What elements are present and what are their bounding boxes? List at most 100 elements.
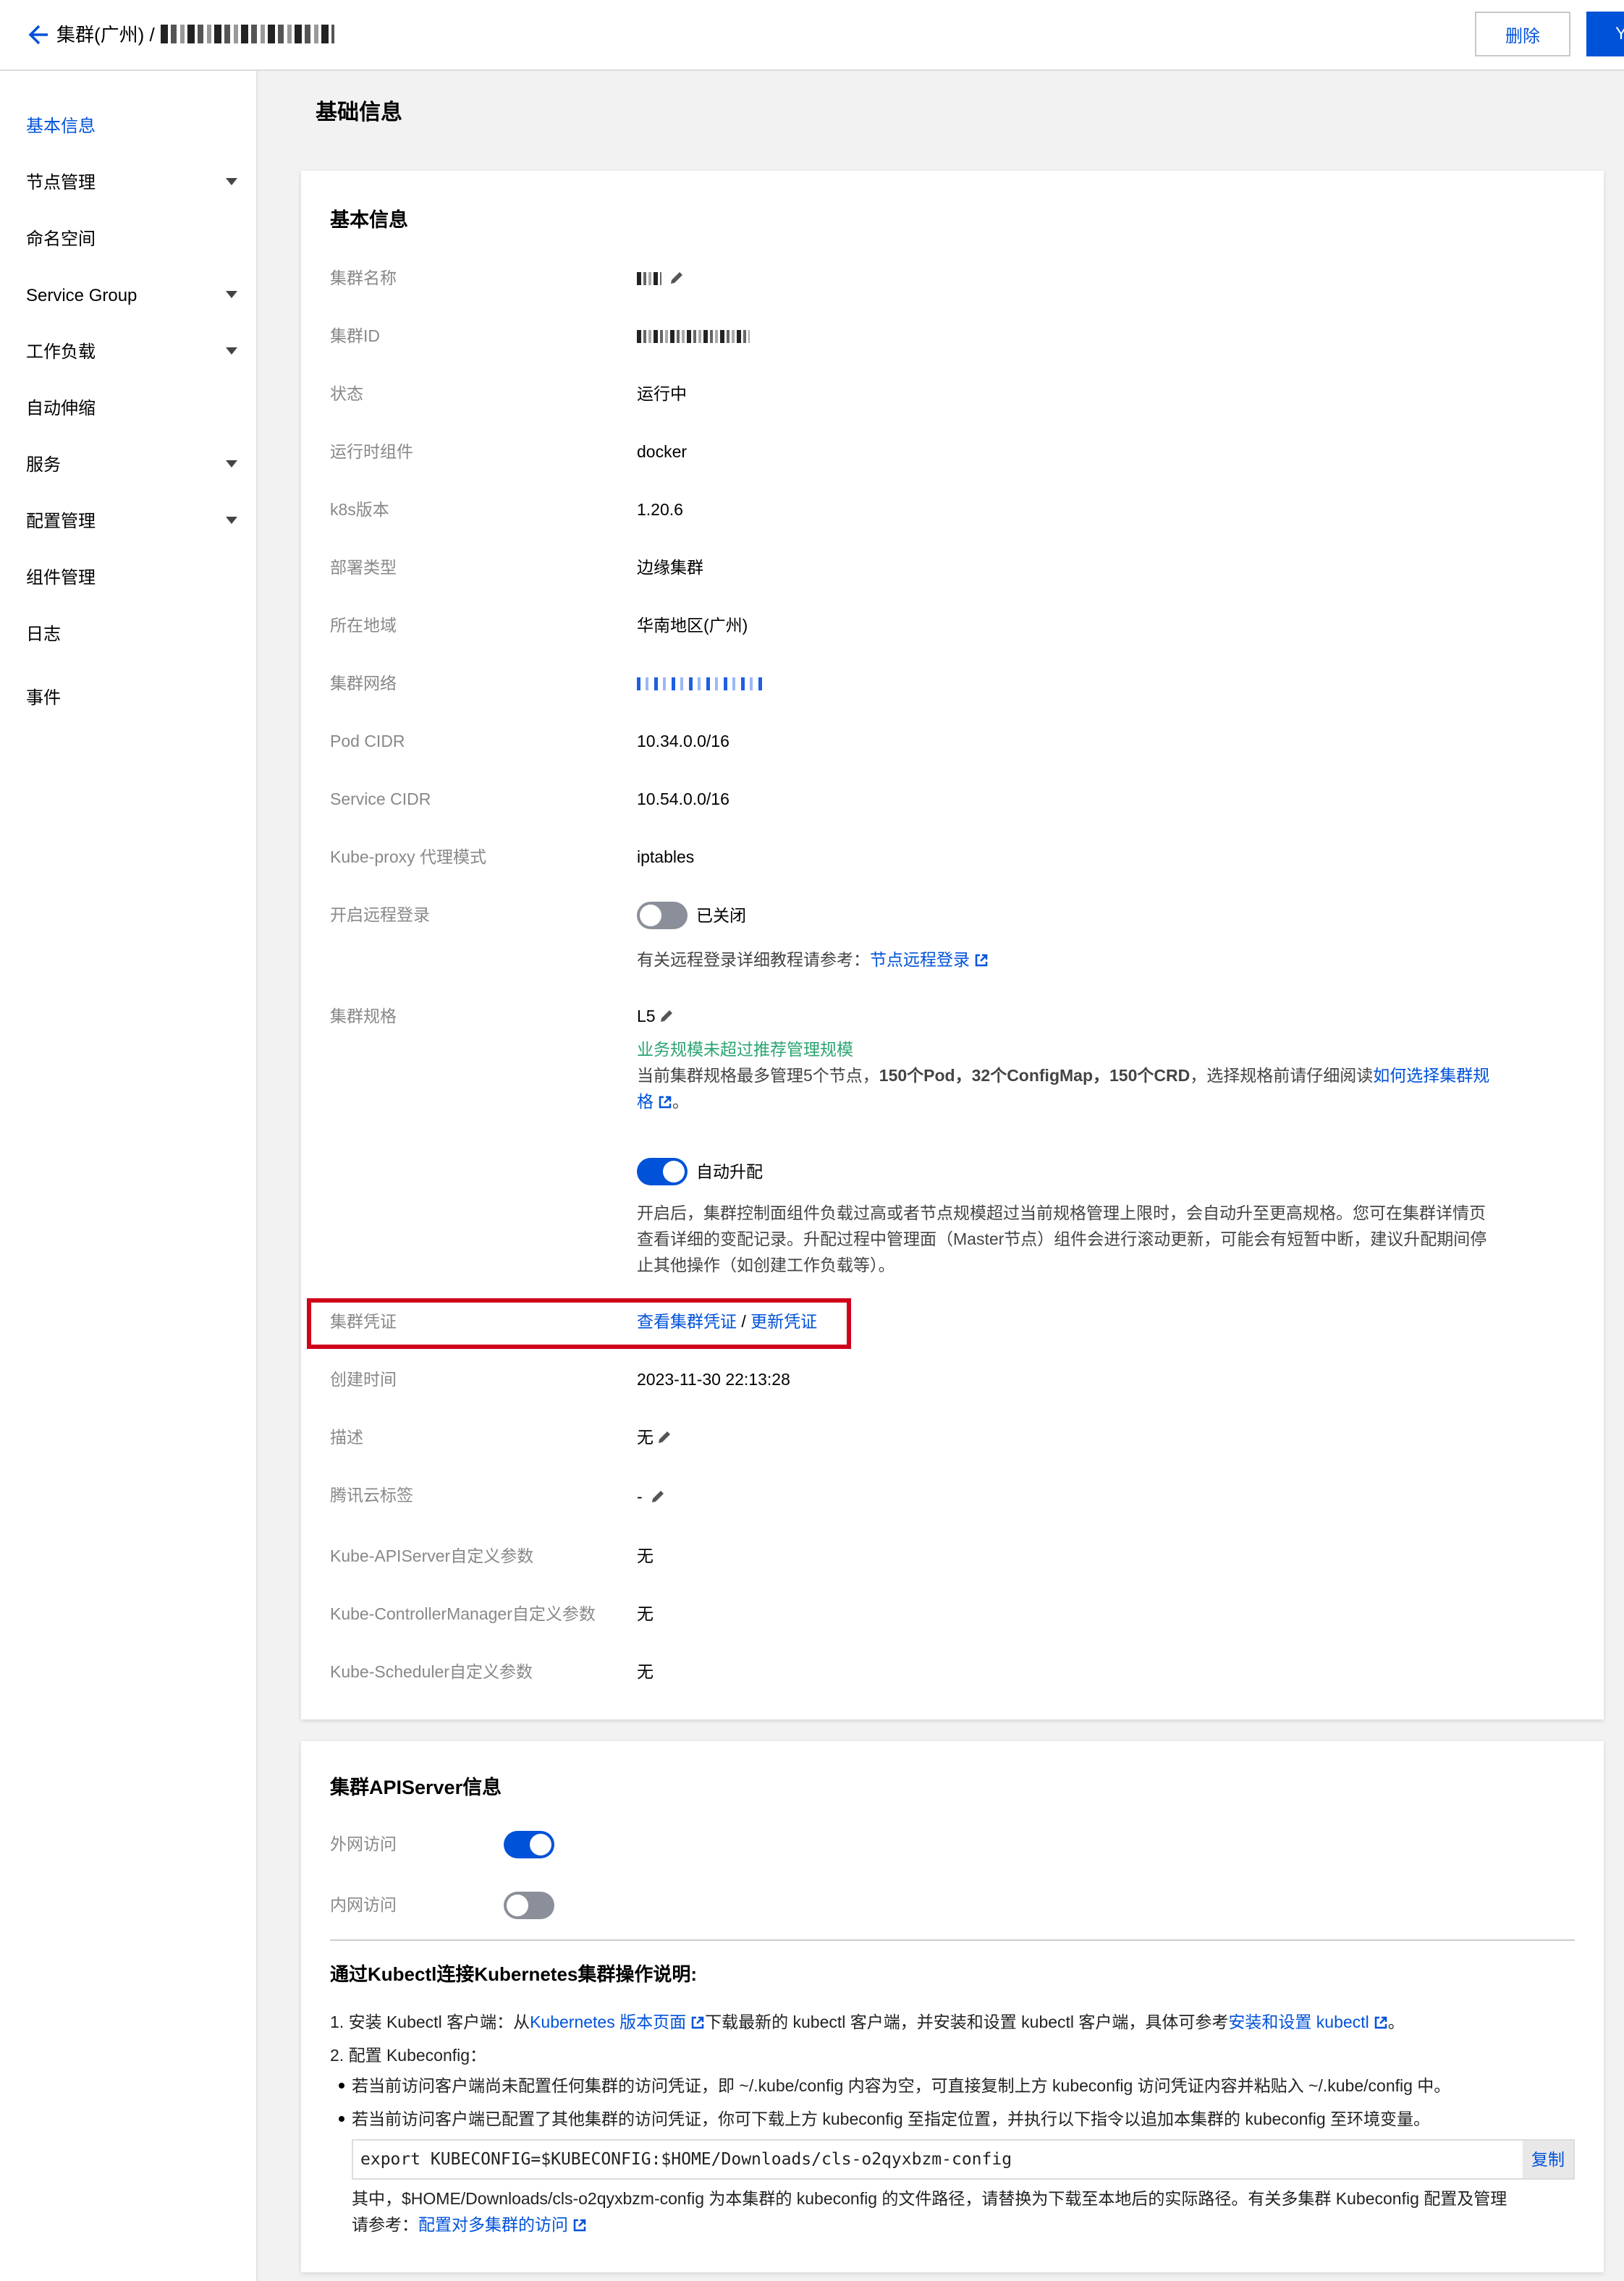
remote-login-toggle[interactable] <box>637 902 688 929</box>
value-kube-proxy: iptables <box>637 847 695 866</box>
edit-pencil-icon[interactable] <box>656 1429 672 1445</box>
spec-value: L5 <box>637 1007 656 1025</box>
caret-down-icon[interactable] <box>226 291 237 298</box>
label-remote-login: 开启远程登录 <box>330 905 430 924</box>
external-link-icon[interactable] <box>1374 2015 1388 2030</box>
value-cluster-spec: L5 <box>637 1004 674 1028</box>
value-network[interactable] <box>637 672 767 695</box>
label-cluster-id: 集群ID <box>330 326 380 345</box>
card-title: 集群APIServer信息 <box>330 1777 502 1798</box>
sidebar: 基本信息 节点管理 命名空间 Service Group 工作负载 自动伸缩 服… <box>0 71 258 2281</box>
sidebar-item-events[interactable]: 事件 <box>26 686 61 711</box>
spec-description: 当前集群规格最多管理5个节点，150个Pod，32个ConfigMap，150个… <box>637 1062 1489 1088</box>
guide-step-1: 1. 安装 Kubectl 客户端：从Kubernetes 版本页面 下载最新的 … <box>330 2009 1405 2035</box>
sidebar-item-namespace[interactable]: 命名空间 <box>26 227 96 252</box>
external-link-icon[interactable] <box>572 2218 587 2233</box>
back-arrow-icon[interactable] <box>23 20 52 49</box>
bullet-dot <box>339 2116 344 2122</box>
export-command-box[interactable]: export KUBECONFIG=$KUBECONFIG:$HOME/Down… <box>352 2139 1575 2180</box>
spec-desc-bold: 150个Pod，32个ConfigMap，150个CRD <box>879 1066 1190 1085</box>
sidebar-item-addons[interactable]: 组件管理 <box>26 566 96 591</box>
sidebar-item-logs[interactable]: 日志 <box>26 622 61 647</box>
label-created: 创建时间 <box>330 1370 397 1389</box>
external-link-icon[interactable] <box>658 1095 672 1109</box>
sidebar-item-config[interactable]: 配置管理 <box>26 509 96 534</box>
value-apiserver-params: 无 <box>637 1546 654 1565</box>
value-k8s-version: 1.20.6 <box>637 500 683 519</box>
sidebar-item-service[interactable]: 服务 <box>26 453 61 478</box>
label-internal-access: 内网访问 <box>330 1895 397 1914</box>
step1-prefix: 1. 安装 Kubectl 客户端：从 <box>330 2013 530 2031</box>
spec-desc-end: 。 <box>672 1092 689 1111</box>
toggle-knob <box>663 1161 685 1182</box>
multi-cluster-access-link[interactable]: 配置对多集群的访问 <box>418 2215 568 2234</box>
value-tags: - <box>637 1485 666 1508</box>
caret-down-icon[interactable] <box>226 517 237 524</box>
edit-pencil-icon[interactable] <box>659 1008 674 1024</box>
value-created: 2023-11-30 22:13:28 <box>637 1370 790 1389</box>
edit-pencil-icon[interactable] <box>669 270 685 286</box>
credential-highlight-box <box>307 1298 851 1349</box>
remote-login-state: 已关闭 <box>696 906 746 925</box>
spec-description-line2: 格。 <box>637 1088 689 1114</box>
label-network: 集群网络 <box>330 674 397 693</box>
guide-step-2: 2. 配置 Kubeconfig： <box>330 2046 487 2065</box>
caret-down-icon[interactable] <box>226 460 237 467</box>
bullet-dot <box>339 2083 344 2089</box>
value-cluster-name <box>637 266 685 289</box>
value-service-cidr: 10.54.0.0/16 <box>637 790 729 808</box>
sidebar-item-autoscaling[interactable]: 自动伸缩 <box>26 397 96 421</box>
export-command[interactable]: export KUBECONFIG=$KUBECONFIG:$HOME/Down… <box>360 2150 1012 2169</box>
masked-link[interactable] <box>637 677 767 690</box>
spec-desc-suffix: ，选择规格前请仔细阅读 <box>1190 1066 1374 1085</box>
masked-text <box>637 272 661 285</box>
spec-desc-prefix: 当前集群规格最多管理5个节点， <box>637 1066 879 1085</box>
auto-upgrade-label: 自动升配 <box>696 1162 763 1181</box>
hint-prefix: 有关远程登录详细教程请参考： <box>637 950 870 969</box>
auto-upgrade-toggle[interactable] <box>637 1158 688 1185</box>
breadcrumb-parent[interactable]: 集群(广州) / <box>56 22 155 48</box>
guide-note-1: 其中，$HOME/Downloads/cls-o2qyxbzm-config 为… <box>352 2189 1507 2208</box>
label-kube-proxy: Kube-proxy 代理模式 <box>330 847 487 866</box>
sidebar-item-workload[interactable]: 工作负载 <box>26 340 96 365</box>
node-remote-login-link[interactable]: 节点远程登录 <box>870 950 970 969</box>
sidebar-item-nodes[interactable]: 节点管理 <box>26 171 96 195</box>
sidebar-item-service-group[interactable]: Service Group <box>26 284 137 308</box>
guide-note-2: 请参考：配置对多集群的访问 <box>352 2212 587 2238</box>
label-status: 状态 <box>330 384 363 403</box>
label-k8s-version: k8s版本 <box>330 500 389 519</box>
external-link-icon[interactable] <box>690 2015 705 2030</box>
cluster-name-masked <box>161 25 334 43</box>
caret-down-icon[interactable] <box>226 347 237 355</box>
apiserver-card: 集群APIServer信息 外网访问 内网访问 通过Kubectl连接Kuber… <box>301 1741 1604 2272</box>
edit-pencil-icon[interactable] <box>650 1489 666 1505</box>
copy-button[interactable]: 复制 <box>1523 2141 1573 2178</box>
page-title: 基础信息 <box>316 101 402 124</box>
kubectl-guide-title: 通过Kubectl连接Kubernetes集群操作说明: <box>330 1963 698 1985</box>
remote-login-hint: 有关远程登录详细教程请参考：节点远程登录 <box>637 947 989 973</box>
toggle-knob <box>507 1895 528 1916</box>
install-kubectl-link[interactable]: 安装和设置 kubectl <box>1228 2013 1369 2031</box>
guide-bullet-2: 若当前访问客户端已配置了其他集群的访问凭证，你可下载上方 kubeconfig … <box>352 2109 1431 2128</box>
toggle-knob <box>640 905 661 926</box>
label-service-cidr: Service CIDR <box>330 790 431 808</box>
label-runtime: 运行时组件 <box>330 442 413 461</box>
label-deploy-type: 部署类型 <box>330 558 397 577</box>
external-access-toggle[interactable] <box>504 1831 554 1858</box>
basic-info-card: 基本信息 集群名称 集群ID 状态 运行中 运行时组件 docker k8s版本… <box>301 171 1604 1719</box>
auto-upgrade-desc-3: 止其他操作（如创建工作负载等）。 <box>637 1256 895 1274</box>
kubernetes-release-link[interactable]: Kubernetes 版本页面 <box>530 2013 686 2031</box>
value-status: 运行中 <box>637 384 687 403</box>
internal-access-toggle[interactable] <box>504 1892 554 1919</box>
spec-guide-link-cont[interactable]: 格 <box>637 1092 654 1111</box>
label-cm-params: Kube-ControllerManager自定义参数 <box>330 1604 596 1623</box>
external-link-icon[interactable] <box>974 953 989 968</box>
spec-guide-link[interactable]: 如何选择集群规 <box>1373 1066 1489 1085</box>
value-runtime: docker <box>637 442 688 461</box>
primary-button[interactable]: Y <box>1586 12 1624 56</box>
caret-down-icon[interactable] <box>226 178 237 185</box>
sidebar-item-basic-info[interactable]: 基本信息 <box>26 114 96 139</box>
value-cm-params: 无 <box>637 1604 654 1623</box>
divider <box>330 1939 1575 1941</box>
delete-button[interactable]: 删除 <box>1475 12 1570 56</box>
